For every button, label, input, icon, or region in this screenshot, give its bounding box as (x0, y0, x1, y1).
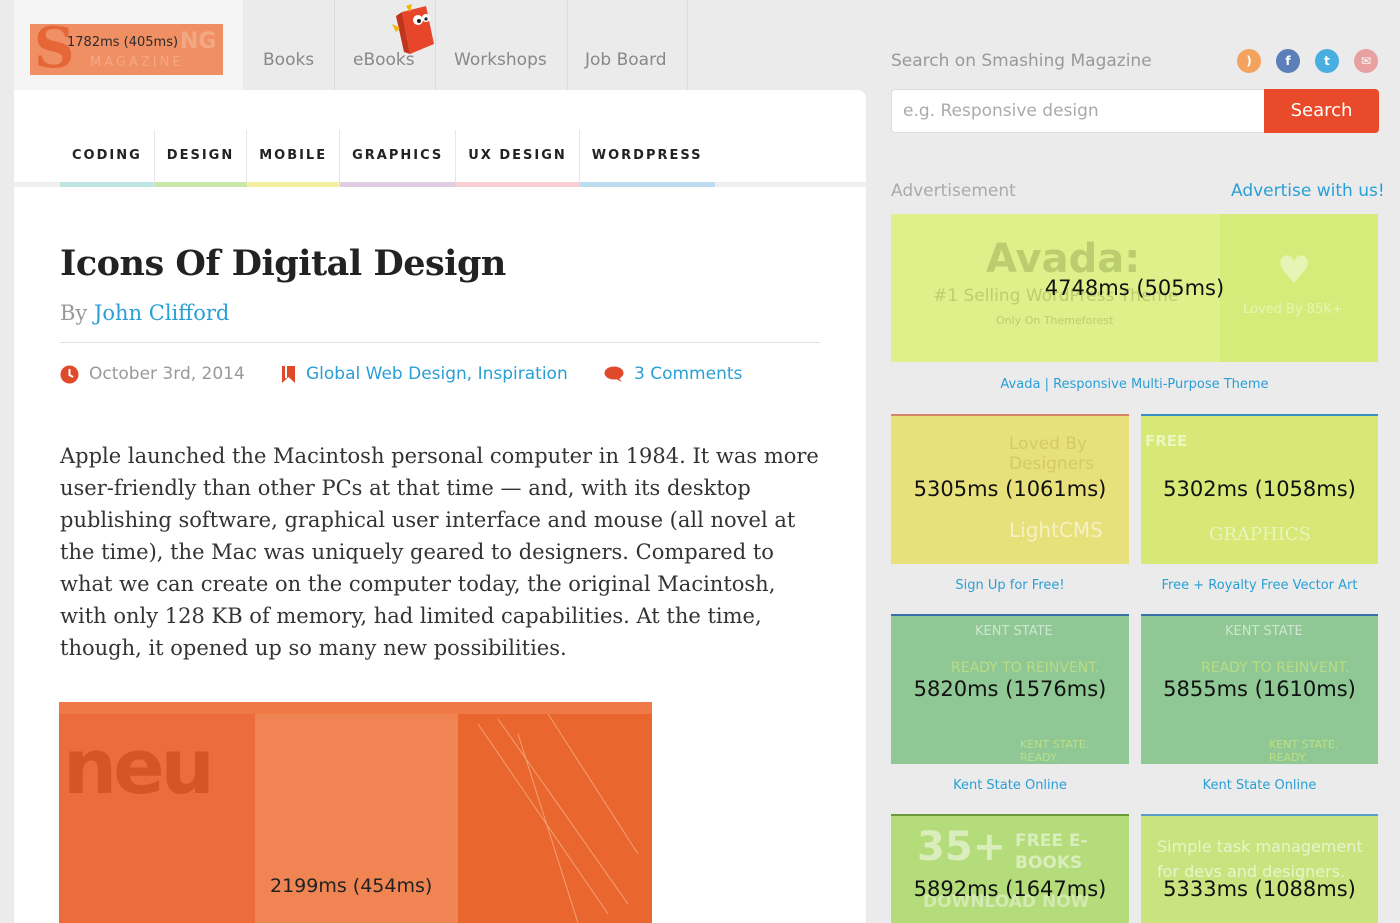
category-tabs: CODING DESIGN MOBILE GRAPHICS UX DESIGN … (60, 130, 715, 187)
ad-kent-state-2[interactable]: KENT STATE READY TO REINVENT. KENT STATE… (1141, 614, 1378, 764)
article-hero-image[interactable]: neu 2199ms (454ms) (59, 702, 652, 923)
article-comments: 3 Comments (604, 364, 742, 384)
ad-kent2-ghost-headline: READY TO REINVENT. (1201, 660, 1350, 676)
ad-avada-ghost-loved: Loved By 85K+ (1243, 302, 1343, 317)
author-link[interactable]: John Clifford (94, 301, 229, 325)
ad-kent1-ghost-footer: KENT STATE. READY. (1020, 738, 1090, 764)
tab-wordpress[interactable]: WORDPRESS (579, 130, 715, 187)
ad-task-management[interactable]: Simple task management for devs and desi… (1141, 814, 1378, 923)
nav-job-board[interactable]: Job Board (565, 0, 688, 90)
ad-avada-ghost-sub: Only On Themeforest (996, 314, 1114, 327)
ad-lightcms-timing: 5305ms (1061ms) (913, 477, 1107, 501)
ad-vector-caption[interactable]: Free + Royalty Free Vector Art (1141, 578, 1378, 593)
email-icon[interactable]: ✉ (1354, 49, 1378, 73)
ad-vector-ghost-word: GRAPHICS (1209, 524, 1311, 545)
clock-icon (60, 365, 79, 383)
ad-vector-ghost-free: FREE (1145, 432, 1188, 450)
logo-timing-label: 1782ms (405ms) (67, 35, 179, 50)
byline-prefix: By (60, 301, 88, 325)
ad-task-timing: 5333ms (1088ms) (1163, 877, 1356, 901)
hero-lettering: neu (63, 722, 215, 811)
rss-icon[interactable]: ) (1237, 49, 1261, 73)
article-intro: Apple launched the Macintosh personal co… (60, 444, 819, 660)
tab-graphics[interactable]: GRAPHICS (340, 130, 457, 187)
logo-ghost-word: NG (180, 29, 217, 54)
ad-kent1-ghost-logo: KENT STATE (975, 624, 1053, 639)
search-input[interactable]: e.g. Responsive design (891, 89, 1264, 133)
hero-lines-graphic (477, 714, 639, 923)
tab-mobile[interactable]: MOBILE (247, 130, 341, 187)
ad-free-ebooks[interactable]: 35+ FREE E-BOOKS DOWNLOAD NOW 5892ms (16… (891, 814, 1129, 923)
ad-avada[interactable]: Avada: #1 Selling WordPress Theme Only O… (891, 214, 1378, 362)
advertise-link[interactable]: Advertise with us! (1231, 181, 1385, 201)
ad-lightcms-caption[interactable]: Sign Up for Free! (891, 578, 1129, 593)
site-logo[interactable]: S NG MAGAZINE 1782ms (405ms) (30, 18, 223, 78)
ad-avada-timing: 4748ms (505ms) (1044, 276, 1225, 300)
hero-timing-label: 2199ms (454ms) (270, 875, 433, 897)
tab-ux-design[interactable]: UX DESIGN (456, 130, 580, 187)
nav-workshops[interactable]: Workshops (434, 0, 568, 90)
search-label: Search on Smashing Magazine (891, 51, 1152, 71)
bookmark-icon (282, 365, 295, 383)
ad-ebooks-ghost-count: 35+ (917, 824, 1007, 870)
ad-ebooks-timing: 5892ms (1647ms) (913, 877, 1107, 901)
ad-lightcms-ghost-loved: Loved By Designers (1009, 434, 1094, 474)
ad-kent2-caption[interactable]: Kent State Online (1141, 778, 1378, 793)
comment-bubble-icon (604, 366, 624, 382)
comments-link[interactable]: 3 Comments (634, 364, 742, 384)
nav-books[interactable]: Books (243, 0, 336, 90)
ad-lightcms[interactable]: Loved By Designers LightCMS 5305ms (1061… (891, 414, 1129, 564)
ad-vector-timing: 5302ms (1058ms) (1163, 477, 1356, 501)
logo-tagline: MAGAZINE (90, 55, 184, 70)
ad-kent2-ghost-footer: KENT STATE. READY. (1269, 738, 1339, 764)
ad-kent2-timing: 5855ms (1610ms) (1163, 677, 1356, 701)
ebooks-mascot-icon (392, 4, 434, 54)
tab-design[interactable]: DESIGN (154, 130, 248, 187)
ad-ebooks-ghost-headline: FREE E-BOOKS (1015, 831, 1088, 873)
article-title: Icons Of Digital Design (60, 243, 506, 284)
ad-kent1-caption[interactable]: Kent State Online (891, 778, 1129, 793)
date-text: October 3rd, 2014 (89, 364, 245, 384)
facebook-icon[interactable]: f (1276, 49, 1300, 73)
ad-kent1-timing: 5820ms (1576ms) (913, 677, 1107, 701)
ad-kent2-ghost-logo: KENT STATE (1225, 624, 1303, 639)
divider (60, 342, 820, 343)
search-button[interactable]: Search (1264, 89, 1379, 133)
article-byline: By John Clifford (60, 301, 229, 325)
ad-lightcms-ghost-logo: LightCMS (1009, 518, 1103, 542)
twitter-icon[interactable]: t (1315, 49, 1339, 73)
article-tags: Global Web Design, Inspiration (281, 364, 568, 384)
tags-link[interactable]: Global Web Design, Inspiration (306, 364, 568, 384)
advertisement-label: Advertisement (891, 181, 1016, 201)
article-date: October 3rd, 2014 (60, 364, 245, 384)
ad-kent-state-1[interactable]: KENT STATE READY TO REINVENT. KENT STATE… (891, 614, 1129, 764)
tab-coding[interactable]: CODING (60, 130, 155, 187)
ad-vector-graphics[interactable]: FREE GRAPHICS 5302ms (1058ms) (1141, 414, 1378, 564)
ad-avada-caption[interactable]: Avada | Responsive Multi-Purpose Theme (891, 377, 1378, 392)
ad-kent1-ghost-headline: READY TO REINVENT. (951, 660, 1100, 676)
